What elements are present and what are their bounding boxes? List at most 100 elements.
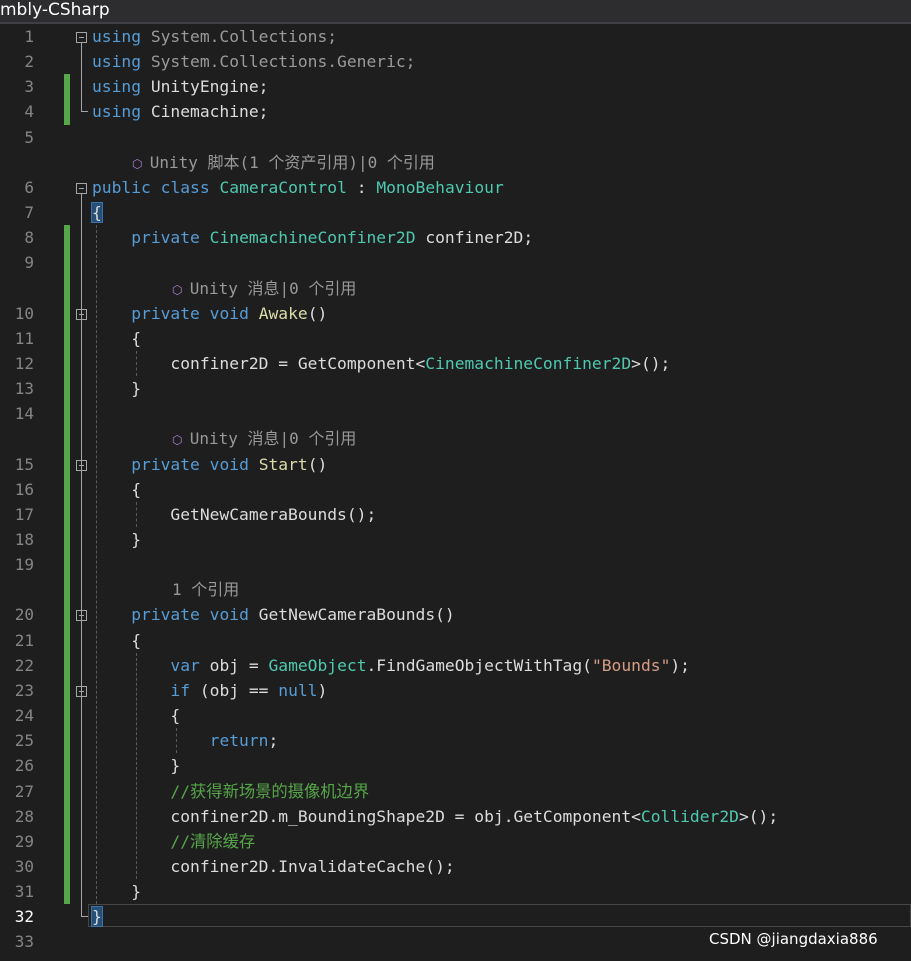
codelens-awake-refs[interactable]: ⬡ Unity 消息|0 个引用 xyxy=(172,276,356,303)
indent-guide xyxy=(136,350,137,377)
code-line[interactable]: 9 xyxy=(0,250,911,275)
token: obj = xyxy=(199,655,269,675)
token: System.Collections; xyxy=(141,27,338,46)
line-number: 26 xyxy=(14,756,34,776)
token: } xyxy=(92,530,142,549)
code-line[interactable]: 31 } xyxy=(0,879,911,904)
line-number: 5 xyxy=(24,127,34,147)
token: confiner2D; xyxy=(415,228,534,248)
line-number: 21 xyxy=(14,630,34,650)
line-number: 8 xyxy=(24,228,34,248)
line-number: 14 xyxy=(14,404,34,424)
token: UnityEngine; xyxy=(141,77,269,97)
code-text[interactable]: } xyxy=(92,376,141,401)
code-text[interactable]: private void GetNewCameraBounds() xyxy=(92,602,455,627)
code-text[interactable]: GetNewCameraBounds(); xyxy=(92,502,376,527)
line-number: 22 xyxy=(14,655,34,675)
change-indicator xyxy=(64,74,70,125)
indent-guide xyxy=(176,728,177,754)
line-number: 24 xyxy=(14,706,34,726)
token: Start xyxy=(258,454,308,474)
code-line[interactable]: 3 using UnityEngine; xyxy=(0,74,911,99)
code-line[interactable]: 5 xyxy=(0,125,911,150)
line-number: 6 xyxy=(24,177,34,197)
code-line[interactable]: 18 } xyxy=(0,527,911,552)
token: if xyxy=(170,680,191,700)
codelens-bounds-refs[interactable]: 1 个引用 xyxy=(172,577,239,602)
token: () xyxy=(307,454,328,474)
code-text[interactable]: } xyxy=(92,879,141,904)
line-number: 16 xyxy=(14,479,34,499)
code-line[interactable]: 7{ xyxy=(0,200,911,225)
code-text[interactable]: using UnityEngine; xyxy=(92,74,268,99)
change-indicator xyxy=(64,225,70,905)
code-text[interactable]: confiner2D.m_BoundingShape2D = obj.GetCo… xyxy=(92,804,778,829)
code-text[interactable]: var obj = GameObject.FindGameObjectWithT… xyxy=(92,653,690,678)
code-line[interactable]: 32} xyxy=(0,904,911,929)
document-tab[interactable]: mbly-CSharp xyxy=(0,0,110,22)
codelens-start-refs[interactable]: ⬡ Unity 消息|0 个引用 xyxy=(172,426,356,453)
code-text[interactable]: { xyxy=(92,326,141,351)
code-line[interactable]: 10 private void Awake() xyxy=(0,301,911,326)
code-line[interactable]: 2 using System.Collections.Generic; xyxy=(0,49,911,74)
token: >(); xyxy=(631,353,671,373)
code-text[interactable]: if (obj == null) xyxy=(92,678,327,703)
line-number: 12 xyxy=(14,353,34,373)
code-text[interactable]: confiner2D = GetComponent<CinemachineCon… xyxy=(92,351,670,376)
code-line[interactable]: 8 private CinemachineConfiner2D confiner… xyxy=(0,225,911,250)
code-line[interactable]: 16 { xyxy=(0,477,911,502)
code-text[interactable]: { xyxy=(91,200,103,225)
code-line[interactable]: 13 } xyxy=(0,376,911,401)
token: ; xyxy=(268,731,279,751)
token: using xyxy=(92,77,142,97)
code-text[interactable]: private void Awake() xyxy=(92,301,327,326)
current-line-highlight xyxy=(88,904,911,928)
code-text[interactable]: //清除缓存 xyxy=(92,829,255,854)
code-text[interactable]: return; xyxy=(92,728,279,753)
code-text[interactable]: using System.Collections; xyxy=(92,24,337,49)
code-editor[interactable]: 1 using System.Collections; 2 using System.… xyxy=(0,24,911,961)
code-text[interactable]: private CinemachineConfiner2D confiner2D… xyxy=(92,225,533,250)
code-line[interactable]: 21 { xyxy=(0,628,911,653)
code-line[interactable]: 19 xyxy=(0,552,911,577)
token: MonoBehaviour xyxy=(376,177,504,197)
token: private xyxy=(131,303,200,323)
codelens-class-refs[interactable]: ⬡ Unity 脚本(1 个资产引用)|0 个引用 xyxy=(132,150,435,177)
line-number: 32 xyxy=(14,907,34,927)
code-text[interactable]: private void Start() xyxy=(92,452,327,477)
code-text[interactable]: confiner2D.InvalidateCache(); xyxy=(92,854,454,879)
code-line[interactable]: 6 public class CameraControl : MonoBehavi… xyxy=(0,175,911,200)
code-line[interactable]: 20 private void GetNewCameraBounds() xyxy=(0,602,911,627)
fold-outline xyxy=(81,916,88,918)
code-text[interactable]: public class CameraControl : MonoBehavio… xyxy=(92,175,504,200)
unity-cube-icon: ⬡ xyxy=(132,156,150,171)
token: GetNewCameraBounds() xyxy=(248,605,455,625)
code-text[interactable]: using Cinemachine; xyxy=(92,99,268,124)
code-line[interactable]: 11 { xyxy=(0,326,911,351)
token: { xyxy=(92,479,142,499)
fold-toggle-icon[interactable] xyxy=(76,32,87,43)
codelens-text: 1 个引用 xyxy=(172,580,240,600)
fold-toggle-icon[interactable] xyxy=(76,182,87,194)
line-number: 23 xyxy=(14,680,34,700)
code-text[interactable]: } xyxy=(92,527,141,552)
code-text[interactable]: { xyxy=(92,628,141,653)
token: //清除缓存 xyxy=(170,831,256,851)
token: confiner2D.m_BoundingShape2D = obj.GetCo… xyxy=(92,806,641,826)
code-line[interactable]: 4 using Cinemachine; xyxy=(0,99,911,124)
token: { xyxy=(91,202,103,224)
code-line[interactable]: 1 using System.Collections; xyxy=(0,24,911,49)
code-text[interactable]: using System.Collections.Generic; xyxy=(92,49,415,74)
code-line[interactable]: 15 private void Start() xyxy=(0,452,911,477)
token: (obj == xyxy=(190,680,279,700)
code-text[interactable]: } xyxy=(91,904,103,929)
code-text[interactable]: { xyxy=(92,477,141,502)
token: CinemachineConfiner2D xyxy=(209,228,416,248)
line-number: 3 xyxy=(24,77,34,97)
token: { xyxy=(92,630,142,650)
code-text[interactable]: //获得新场景的摄像机边界 xyxy=(92,779,369,804)
code-line[interactable]: 14 xyxy=(0,401,911,426)
